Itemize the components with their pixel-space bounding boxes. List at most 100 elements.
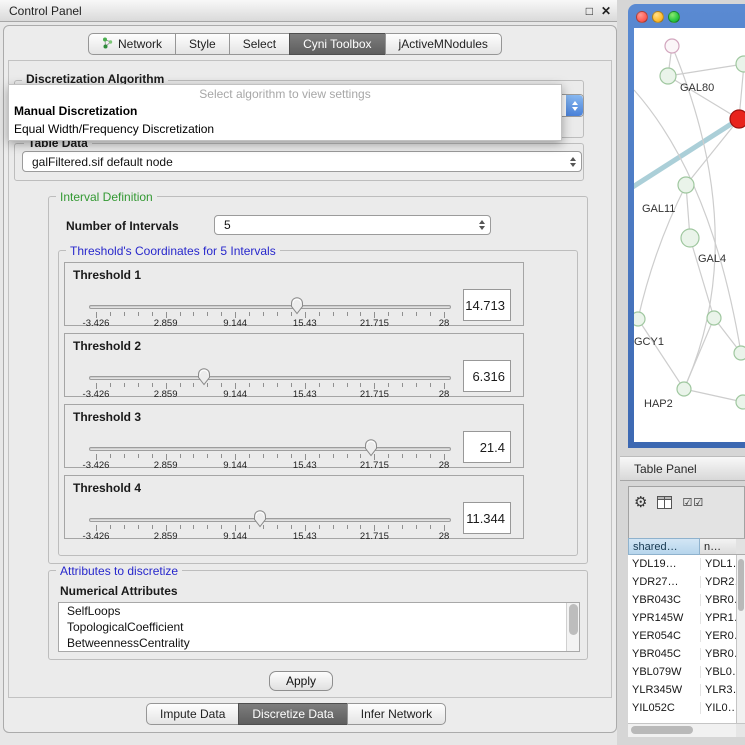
list-scrollbar-thumb[interactable] <box>569 604 578 635</box>
cell-name: YBL0… <box>700 666 736 678</box>
close-window-icon[interactable] <box>636 11 648 23</box>
threshold-slider[interactable]: -3.4262.8599.14415.4321.71528 <box>89 435 451 469</box>
network-node[interactable] <box>736 395 745 409</box>
tab-impute-data[interactable]: Impute Data <box>146 703 239 725</box>
table-row[interactable]: YDL19…YDL1… <box>628 555 736 573</box>
close-icon[interactable]: ✕ <box>601 4 611 18</box>
tab-cyni-toolbox[interactable]: Cyni Toolbox <box>289 33 385 55</box>
attribute-item[interactable]: TopologicalCoefficient <box>59 619 579 635</box>
threshold-slider[interactable]: -3.4262.8599.14415.4321.71528 <box>89 506 451 540</box>
network-node[interactable] <box>665 39 679 53</box>
network-node[interactable] <box>677 382 691 396</box>
threshold-value-field[interactable]: 6.316 <box>463 360 511 392</box>
network-view-window[interactable]: GAL80GAL11GAL4GCY1HAP2 <box>628 4 745 448</box>
threshold-label: Threshold 4 <box>73 481 141 495</box>
cell-name: YLR3… <box>700 684 736 696</box>
table-data-combobox[interactable]: galFiltered.sif default node <box>22 151 582 172</box>
table-hscrollbar-thumb[interactable] <box>631 726 693 734</box>
node-table: YDL19…YDL1…YDR27…YDR2…YBR043CYBR0…YPR145… <box>628 555 736 723</box>
slider-track[interactable] <box>89 447 451 451</box>
slider-scale-labels: -3.4262.8599.14415.4321.71528 <box>96 530 444 541</box>
network-node[interactable] <box>734 346 745 360</box>
network-node[interactable] <box>660 68 676 84</box>
table-row[interactable]: YDR27…YDR2… <box>628 573 736 591</box>
tab-select[interactable]: Select <box>229 33 290 55</box>
cell-shared-name: YBL079W <box>628 666 700 678</box>
apply-button[interactable]: Apply <box>269 671 333 691</box>
combo-stepper-icon[interactable] <box>566 95 583 116</box>
tab-style[interactable]: Style <box>175 33 230 55</box>
tab-network[interactable]: Network <box>88 33 176 55</box>
cell-shared-name: YLR345W <box>628 684 700 696</box>
cell-name: YPR1… <box>700 612 736 624</box>
cell-shared-name: YIL052C <box>628 702 700 714</box>
cell-name: YIL0… <box>700 702 736 714</box>
column-header-shared-name[interactable]: shared… <box>628 538 700 555</box>
tab-label: Impute Data <box>160 707 225 721</box>
tab-discretize-data[interactable]: Discretize Data <box>238 703 347 725</box>
network-node[interactable] <box>730 110 745 128</box>
combo-updown-icon <box>479 220 485 230</box>
numerical-attributes-list[interactable]: SelfLoopsTopologicalCoefficientBetweenne… <box>58 602 580 652</box>
table-row[interactable]: YLR345WYLR3… <box>628 681 736 699</box>
table-row[interactable]: YPR145WYPR1… <box>628 609 736 627</box>
table-row[interactable]: YBR043CYBR0… <box>628 591 736 609</box>
network-node-label: GAL4 <box>698 253 726 265</box>
slider-track[interactable] <box>89 305 451 309</box>
slider-thumb[interactable] <box>289 296 304 315</box>
table-panel-title: Table Panel <box>634 462 697 476</box>
tab-infer-network[interactable]: Infer Network <box>347 703 446 725</box>
dropdown-option[interactable]: Equal Width/Frequency Discretization <box>9 120 561 138</box>
threshold-slider[interactable]: -3.4262.8599.14415.4321.71528 <box>89 364 451 398</box>
network-node[interactable] <box>678 177 694 193</box>
attribute-item[interactable]: SelfLoops <box>59 603 579 619</box>
tab-jactivemnodules[interactable]: jActiveMNodules <box>385 33 502 55</box>
combo-updown-icon <box>570 157 576 167</box>
table-row[interactable]: YIL052CYIL0… <box>628 699 736 717</box>
network-node[interactable] <box>707 311 721 325</box>
table-panel-header[interactable]: Table Panel <box>620 456 745 481</box>
columns-icon[interactable] <box>657 496 672 509</box>
cell-name: YDR2… <box>700 576 736 588</box>
gear-icon[interactable]: ⚙ <box>634 495 647 510</box>
network-edge <box>686 119 739 185</box>
zoom-window-icon[interactable] <box>668 11 680 23</box>
dropdown-options: Manual DiscretizationEqual Width/Frequen… <box>9 102 561 138</box>
threshold-value-field[interactable]: 14.713 <box>463 289 511 321</box>
slider-track[interactable] <box>89 376 451 380</box>
select-all-checkbox-icon[interactable]: ☑ <box>682 497 693 509</box>
column-header-name[interactable]: n… <box>700 538 736 555</box>
num-intervals-label: Number of Intervals <box>66 219 179 233</box>
control-panel-titlebar[interactable]: Control Panel □ ✕ <box>0 0 620 22</box>
num-intervals-combobox[interactable]: 5 <box>214 215 491 235</box>
threshold-label: Threshold 2 <box>73 339 141 353</box>
minimize-window-icon[interactable] <box>652 11 664 23</box>
algorithm-dropdown-popup: Select algorithm to view settings Manual… <box>8 84 562 141</box>
threshold-value-field[interactable]: 11.344 <box>463 502 511 534</box>
network-canvas[interactable]: GAL80GAL11GAL4GCY1HAP2 <box>634 28 745 442</box>
cell-shared-name: YDR27… <box>628 576 700 588</box>
cell-shared-name: YPR145W <box>628 612 700 624</box>
slider-thumb[interactable] <box>363 438 378 457</box>
select-none-checkbox-icon[interactable]: ☑ <box>693 497 704 509</box>
table-data-value: galFiltered.sif default node <box>32 155 173 169</box>
network-node[interactable] <box>736 56 745 72</box>
attribute-item[interactable]: BetweennessCentrality <box>59 635 579 651</box>
slider-thumb[interactable] <box>196 367 211 386</box>
threshold-slider[interactable]: -3.4262.8599.14415.4321.71528 <box>89 293 451 327</box>
table-row[interactable]: YBL079WYBL0… <box>628 663 736 681</box>
threshold-value-field[interactable]: 21.4 <box>463 431 511 463</box>
network-node[interactable] <box>681 229 699 247</box>
table-vscrollbar-thumb[interactable] <box>738 559 744 611</box>
network-node[interactable] <box>634 312 645 326</box>
dropdown-option[interactable]: Manual Discretization <box>9 102 561 120</box>
slider-thumb[interactable] <box>252 509 267 528</box>
threshold-panel: Threshold 4 -3.4262.8599.14415.4321.71528… <box>64 475 524 539</box>
slider-track[interactable] <box>89 518 451 522</box>
table-row[interactable]: YBR045CYBR0… <box>628 645 736 663</box>
table-row[interactable]: YER054CYER0… <box>628 627 736 645</box>
list-scrollbar[interactable] <box>566 603 579 651</box>
float-icon[interactable]: □ <box>586 4 593 18</box>
tab-label: Select <box>243 37 276 51</box>
attributes-group-title: Attributes to discretize <box>56 564 182 578</box>
